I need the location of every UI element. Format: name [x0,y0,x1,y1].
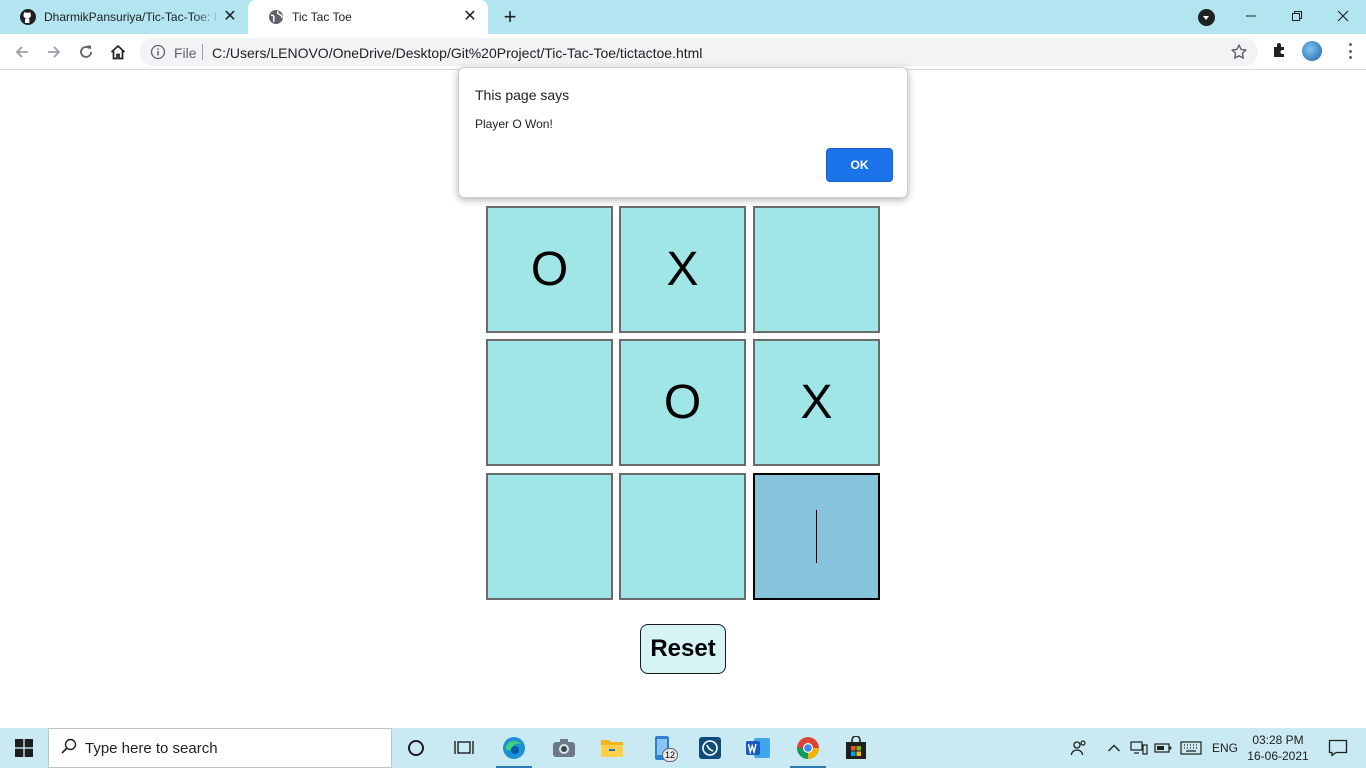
taskbar-search-box[interactable]: Type here to search [48,728,392,768]
home-icon[interactable] [106,40,130,64]
minimize-button[interactable] [1228,0,1274,32]
phone-icon[interactable]: 12 [638,728,686,768]
board-cell[interactable] [486,339,613,466]
board-cell[interactable] [753,206,880,333]
back-arrow-icon[interactable] [10,40,34,64]
search-icon [61,738,77,759]
close-tab-icon[interactable]: ✕ [462,9,478,25]
chrome-icon[interactable] [784,728,832,768]
tab-github[interactable]: DharmikPansuriya/Tic-Tac-Toe: I c ✕ [0,0,248,34]
url-text[interactable]: C:/Users/LENOVO/OneDrive/Desktop/Git%20P… [212,45,702,61]
file-explorer-icon[interactable] [588,728,636,768]
board-cell[interactable] [619,473,746,600]
people-icon[interactable] [1066,728,1092,768]
search-placeholder: Type here to search [85,739,218,757]
taskbar-clock[interactable]: 03:28 PM 16-06-2021 [1246,732,1310,764]
notification-center-icon[interactable] [1320,728,1356,768]
tab-search-icon[interactable] [1198,9,1215,26]
windows-taskbar: Type here to search 12 ENG 03:28 PM 16-0… [0,728,1366,768]
tab-title: Tic Tac Toe [292,10,352,24]
notification-badge: 12 [662,748,678,762]
divider [202,44,203,60]
store-icon[interactable] [832,728,880,768]
github-icon [20,9,36,25]
language-indicator[interactable]: ENG [1210,728,1240,768]
reload-icon[interactable] [74,40,98,64]
restore-button[interactable] [1274,0,1320,32]
address-bar[interactable]: File C:/Users/LENOVO/OneDrive/Desktop/Gi… [140,38,1258,66]
network-icon[interactable] [1128,728,1150,768]
tab-title: DharmikPansuriya/Tic-Tac-Toe: I c [44,10,220,24]
tab-strip: DharmikPansuriya/Tic-Tac-Toe: I c ✕ Tic … [0,0,1366,34]
board-cell[interactable]: O [619,339,746,466]
battery-icon[interactable] [1152,728,1174,768]
close-tab-icon[interactable]: ✕ [222,9,238,25]
whatsapp-icon[interactable] [686,728,734,768]
new-tab-button[interactable]: + [498,5,522,29]
browser-menu-icon[interactable] [1340,40,1360,62]
board-cell[interactable]: O [486,206,613,333]
game-board: O X O X [486,206,880,601]
word-icon[interactable] [734,728,782,768]
task-view-icon[interactable] [440,728,488,768]
bookmark-star-icon[interactable] [1230,43,1248,66]
reset-button[interactable]: Reset [640,624,726,674]
forward-arrow-icon[interactable] [42,40,66,64]
dialog-message: Player O Won! [475,117,553,131]
ok-button[interactable]: OK [826,148,893,182]
dialog-title: This page says [475,87,570,103]
board-cell[interactable]: X [619,206,746,333]
board-cell[interactable] [486,473,613,600]
board-cell[interactable]: X [753,339,880,466]
alert-dialog: This page says Player O Won! OK [458,67,908,198]
extensions-puzzle-icon[interactable] [1270,40,1290,60]
clock-time: 03:28 PM [1252,733,1304,747]
cortana-icon[interactable] [392,728,440,768]
camera-icon[interactable] [540,728,588,768]
text-caret [816,510,817,563]
scheme-label: File [174,45,197,61]
tab-tic-tac-toe[interactable]: Tic Tac Toe ✕ [248,0,488,34]
browser-toolbar: File C:/Users/LENOVO/OneDrive/Desktop/Gi… [0,34,1366,70]
profile-avatar[interactable] [1302,41,1322,61]
close-window-button[interactable] [1320,0,1366,32]
clock-date: 16-06-2021 [1247,749,1309,763]
globe-icon [268,9,284,25]
windows-start-icon[interactable] [0,728,48,768]
info-icon[interactable] [150,44,166,65]
edge-icon[interactable] [490,728,538,768]
chevron-up-icon[interactable] [1104,728,1124,768]
keyboard-icon[interactable] [1178,728,1204,768]
